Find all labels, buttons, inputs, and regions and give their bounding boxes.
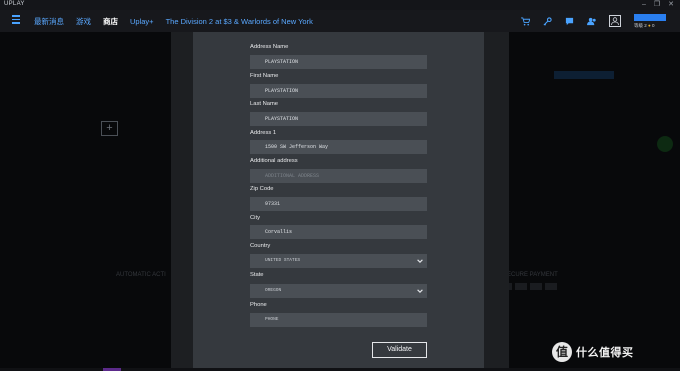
nav-right: 等级 2 ● 0 (521, 10, 668, 32)
nav-item-uplay-plus[interactable]: Uplay+ (130, 17, 154, 26)
country-label: Country (250, 243, 271, 249)
username-bar (634, 14, 666, 21)
chevron-down-icon (417, 289, 423, 293)
user-info[interactable]: 等级 2 ● 0 (634, 12, 668, 30)
last-name-label: Last Name (250, 101, 279, 107)
watermark-logo: 值 (552, 342, 572, 362)
zip-code-input[interactable]: 97331 (250, 197, 427, 211)
user-coins: 0 (652, 23, 655, 28)
maximize-button[interactable]: ❐ (654, 0, 660, 10)
validate-button[interactable]: Validate (372, 342, 427, 358)
phone-label: Phone (250, 302, 267, 308)
nav-item-promo[interactable]: The Division 2 at $3 & Warlords of New Y… (166, 17, 313, 26)
avatar-icon[interactable] (609, 15, 621, 27)
address-1-label: Address 1 (250, 130, 277, 136)
nav-items: 最新消息 游戏 商店 Uplay+ The Division 2 at $3 &… (34, 10, 313, 32)
background-automatic-text: AUTOMATIC ACTI (116, 272, 166, 278)
coin-icon: ● (648, 23, 651, 28)
country-value: UNITED STATES (265, 258, 301, 263)
watermark: 值 什么值得买 (552, 342, 634, 362)
city-input[interactable]: Corvallis (250, 225, 427, 239)
chat-icon[interactable] (565, 17, 574, 26)
hamburger-menu-icon[interactable] (12, 15, 20, 24)
background-green-badge (657, 136, 673, 152)
address-1-input[interactable]: 1500 SW Jefferson Way (250, 140, 427, 154)
address-name-input[interactable]: PLAYSTATION (250, 55, 427, 69)
address-name-label: Address Name (250, 44, 289, 50)
watermark-text: 什么值得买 (576, 347, 634, 359)
background-button (554, 71, 614, 79)
friends-icon[interactable] (587, 17, 596, 26)
nav-item-games[interactable]: 游戏 (76, 16, 91, 27)
chevron-down-icon (417, 259, 423, 263)
cart-icon[interactable] (521, 16, 531, 26)
state-select[interactable]: OREGON (250, 284, 427, 298)
app-logo: UPLAY (4, 1, 25, 7)
user-stats: 等级 2 ● 0 (634, 23, 655, 29)
top-navigation: 最新消息 游戏 商店 Uplay+ The Division 2 at $3 &… (0, 10, 680, 32)
last-name-input[interactable]: PLAYSTATION (250, 112, 427, 126)
state-value: OREGON (265, 288, 282, 293)
first-name-input[interactable]: PLAYSTATION (250, 84, 427, 98)
first-name-label: First Name (250, 73, 279, 79)
country-select[interactable]: UNITED STATES (250, 254, 427, 268)
user-level: 等级 2 (634, 23, 647, 28)
zip-code-label: Zip Code (250, 186, 274, 192)
nav-item-news[interactable]: 最新消息 (34, 16, 64, 27)
window-controls: – ❐ ✕ (642, 0, 674, 10)
additional-address-input[interactable]: ADDITIONAL ADDRESS (250, 169, 427, 183)
city-label: City (250, 215, 260, 221)
key-icon[interactable] (543, 16, 552, 26)
minimize-button[interactable]: – (642, 0, 646, 10)
phone-input[interactable]: PHONE (250, 313, 427, 327)
background-secure-text: SECURE PAYMENT (503, 272, 558, 278)
close-button[interactable]: ✕ (668, 0, 674, 10)
state-label: State (250, 272, 264, 278)
title-bar: UPLAY – ❐ ✕ (0, 0, 680, 10)
additional-address-label: Additional address (250, 158, 298, 164)
add-payment-icon: + (101, 121, 118, 136)
nav-item-store[interactable]: 商店 (103, 16, 118, 27)
